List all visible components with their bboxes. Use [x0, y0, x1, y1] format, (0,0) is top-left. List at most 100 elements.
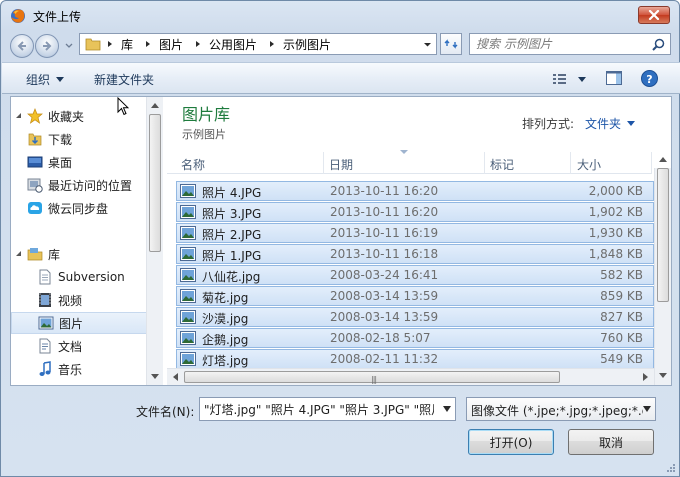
file-list-scrollbar[interactable] [654, 157, 671, 385]
file-name: 照片 3.JPG [202, 207, 262, 221]
column-header-name[interactable]: 名称 [181, 156, 205, 173]
file-row[interactable]: 灯塔.jpg 2008-02-11 11:32 549 KB [176, 349, 654, 369]
filename-combobox[interactable] [199, 397, 456, 421]
arrange-by-dropdown[interactable]: 文件夹 [585, 115, 636, 132]
file-row[interactable]: 照片 3.JPG 2013-10-11 16:20 1,902 KB [176, 202, 654, 222]
organize-label: 组织 [26, 73, 51, 87]
image-file-icon [180, 205, 196, 219]
file-name: 八仙花.jpg [202, 270, 261, 284]
preview-pane-icon[interactable] [606, 71, 622, 85]
open-button[interactable]: 打开(O) [468, 429, 554, 455]
documents-library-icon [39, 338, 51, 354]
resize-grip-icon[interactable] [666, 463, 676, 473]
nav-item-videos[interactable]: 视频 [11, 289, 147, 311]
recent-locations-dropdown-icon[interactable] [63, 39, 75, 51]
chevron-right-icon [146, 41, 151, 47]
arrange-by-value: 文件夹 [585, 117, 622, 131]
breadcrumb-item[interactable]: 示例图片 [267, 36, 337, 53]
expander-icon[interactable] [15, 112, 23, 120]
breadcrumb-item[interactable]: 图片 [143, 36, 189, 53]
nav-item-weiyun[interactable]: 微云同步盘 [11, 197, 147, 219]
nav-item-music[interactable]: 音乐 [11, 358, 147, 380]
column-divider[interactable] [323, 152, 324, 174]
nav-item-documents[interactable]: 文档 [11, 335, 147, 357]
column-header-size[interactable]: 大小 [577, 156, 601, 173]
new-folder-label: 新建文件夹 [94, 73, 155, 87]
column-divider[interactable] [484, 152, 485, 174]
file-date: 2008-02-18 5:07 [330, 331, 431, 345]
file-size: 760 KB [600, 331, 643, 345]
horizontal-scrollbar[interactable]: ||| [167, 368, 654, 385]
file-row[interactable]: 企鹅.jpg 2008-02-18 5:07 760 KB [176, 328, 654, 348]
download-folder-icon [28, 133, 42, 146]
cancel-button[interactable]: 取消 [568, 429, 654, 455]
image-file-icon [180, 352, 196, 366]
column-header-tags[interactable]: 标记 [490, 156, 514, 173]
breadcrumb-label: 图片 [159, 37, 184, 52]
scroll-grip-icon: ||| [371, 375, 377, 384]
file-type-value: 图像文件 (*.jpe;*.jpg;*.jpeg;*.gi [471, 404, 643, 418]
search-input[interactable] [476, 36, 646, 52]
expander-icon[interactable] [15, 250, 23, 258]
nav-item-label: 最近访问的位置 [48, 178, 133, 193]
nav-scrollbar[interactable] [146, 97, 163, 385]
file-size: 549 KB [600, 352, 643, 366]
breadcrumb-label: 库 [121, 37, 134, 52]
help-icon[interactable]: ? [641, 70, 658, 87]
nav-item-subversion[interactable]: Subversion [11, 266, 147, 288]
nav-item-recent[interactable]: 最近访问的位置 [11, 174, 147, 196]
file-name: 企鹅.jpg [202, 333, 249, 347]
chevron-down-icon[interactable] [443, 406, 451, 412]
title-bar[interactable]: 文件上传 [1, 1, 679, 29]
nav-scrollbar-thumb[interactable] [149, 114, 161, 252]
file-list-pane: 图片库 示例图片 排列方式: 文件夹 名称 日期 标记 大小 照片 4.JPG 2… [167, 97, 671, 385]
filename-input[interactable] [204, 401, 434, 417]
change-view-button[interactable] [552, 72, 588, 86]
library-subtitle: 示例图片 [182, 128, 226, 141]
column-divider[interactable] [651, 152, 652, 174]
image-file-icon [180, 226, 196, 240]
file-name: 灯塔.jpg [202, 354, 249, 368]
file-row[interactable]: 八仙花.jpg 2008-03-24 16:41 582 KB [176, 265, 654, 285]
file-row[interactable]: 照片 4.JPG 2013-10-11 16:20 2,000 KB [176, 181, 654, 201]
column-header-date[interactable]: 日期 [329, 156, 353, 173]
address-bar[interactable]: 库 图片 公用图片 示例图片 [79, 33, 437, 55]
file-row[interactable]: 菊花.jpg 2008-03-14 13:59 859 KB [176, 286, 654, 306]
nav-item-label: Subversion [58, 270, 125, 284]
scroll-down-icon[interactable] [659, 373, 667, 379]
scroll-up-icon[interactable] [659, 156, 667, 162]
scroll-up-icon[interactable] [151, 102, 159, 108]
scroll-left-icon[interactable] [172, 373, 178, 381]
file-date: 2013-10-11 16:18 [330, 247, 439, 261]
file-row[interactable]: 沙漠.jpg 2008-03-14 13:59 827 KB [176, 307, 654, 327]
file-row[interactable]: 照片 2.JPG 2013-10-11 16:19 1,930 KB [176, 223, 654, 243]
back-button[interactable] [10, 34, 34, 58]
image-file-icon [180, 184, 196, 198]
new-folder-button[interactable]: 新建文件夹 [94, 71, 154, 88]
nav-item-pictures[interactable]: 图片 [11, 312, 147, 334]
column-divider[interactable] [570, 152, 571, 174]
search-icon[interactable] [652, 38, 665, 51]
close-button[interactable] [638, 6, 670, 24]
scroll-down-icon[interactable] [151, 374, 159, 380]
scroll-right-icon[interactable] [643, 373, 649, 381]
forward-button[interactable] [35, 34, 59, 58]
breadcrumb-item[interactable]: 公用图片 [193, 36, 263, 53]
browser-content: 收藏夹 下载 桌面 最近访问的位置 微云同步盘 库 Subversion 视频 … [10, 96, 672, 386]
file-row[interactable]: 照片 1.JPG 2013-10-11 16:18 1,848 KB [176, 244, 654, 264]
refresh-icon [444, 39, 458, 49]
organize-button[interactable]: 组织 [26, 71, 65, 88]
firefox-icon [11, 9, 25, 23]
search-box[interactable] [469, 33, 671, 55]
file-list-scrollbar-thumb[interactable] [657, 168, 669, 302]
file-size: 827 KB [600, 310, 643, 324]
file-type-filter[interactable]: 图像文件 (*.jpe;*.jpg;*.jpeg;*.gi [466, 397, 656, 421]
nav-item-desktop[interactable]: 桌面 [11, 151, 147, 173]
window-title: 文件上传 [33, 10, 82, 24]
refresh-button[interactable] [440, 33, 462, 55]
nav-item-downloads[interactable]: 下载 [11, 128, 147, 150]
nav-item-libraries[interactable]: 库 [11, 243, 147, 265]
horizontal-scrollbar-thumb[interactable]: ||| [184, 371, 560, 384]
address-dropdown-icon[interactable] [423, 40, 432, 49]
breadcrumb-item[interactable]: 库 [105, 36, 139, 53]
